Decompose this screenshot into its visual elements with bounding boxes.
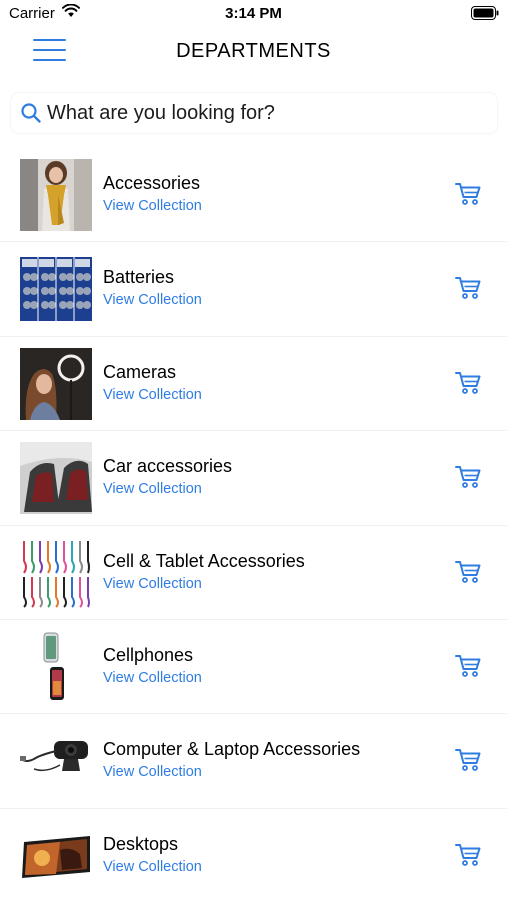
computer-laptop-accessories-thumbnail — [20, 725, 92, 798]
department-name: Car accessories — [103, 456, 233, 477]
list-item[interactable]: Cell & Tablet Accessories View Collectio… — [0, 526, 507, 620]
desktops-thumbnail — [20, 819, 92, 892]
department-name: Cellphones — [103, 644, 194, 665]
cart-icon[interactable] — [455, 465, 481, 494]
menu-button[interactable] — [33, 37, 67, 65]
view-collection-link[interactable]: View Collection — [103, 292, 202, 308]
list-item[interactable]: Computer & Laptop Accessories View Colle… — [0, 714, 507, 809]
cart-icon[interactable] — [455, 371, 481, 400]
nav-bar: DEPARTMENTS — [0, 28, 507, 78]
view-collection-link[interactable]: View Collection — [103, 387, 202, 403]
department-name: Accessories — [103, 173, 201, 193]
view-collection-link[interactable]: View Collection — [103, 481, 202, 497]
view-collection-link[interactable]: View Collection — [103, 764, 202, 780]
list-item[interactable]: Car accessories View Collection — [0, 431, 507, 526]
department-name: Cameras — [103, 361, 177, 382]
clock-time: 3:14 PM — [225, 5, 282, 22]
battery-icon — [471, 6, 499, 25]
batteries-thumbnail — [20, 253, 92, 326]
menu-icon-bar — [33, 49, 66, 51]
department-name: Batteries — [103, 267, 175, 288]
status-bar: Carrier 3:14 PM — [0, 0, 507, 28]
department-name: Cell & Tablet Accessories — [103, 550, 305, 571]
cart-icon[interactable] — [455, 843, 481, 872]
view-collection-link[interactable]: View Collection — [103, 198, 202, 214]
view-collection-link[interactable]: View Collection — [103, 670, 202, 686]
cart-icon[interactable] — [455, 182, 481, 211]
cart-icon[interactable] — [455, 560, 481, 589]
cameras-thumbnail — [20, 347, 92, 420]
list-item[interactable]: Cellphones View Collection — [0, 620, 507, 715]
search-icon — [20, 102, 42, 129]
search-bar[interactable] — [11, 93, 497, 133]
cart-icon[interactable] — [455, 654, 481, 683]
car-accessories-thumbnail — [20, 442, 92, 515]
cell-tablet-accessories-thumbnail — [20, 536, 92, 609]
department-name: Desktops — [103, 833, 179, 854]
menu-icon — [33, 39, 66, 41]
cart-icon[interactable] — [455, 748, 481, 777]
list-item[interactable]: Batteries View Collection — [0, 242, 507, 337]
list-item[interactable]: Accessories View Collection — [0, 148, 507, 243]
view-collection-link[interactable]: View Collection — [103, 859, 202, 875]
department-name: Computer & Laptop Accessories — [103, 739, 361, 760]
menu-icon-bar — [33, 59, 66, 61]
search-input[interactable] — [47, 93, 487, 133]
page-title: DEPARTMENTS — [176, 40, 331, 62]
cellphones-thumbnail — [20, 630, 92, 703]
cart-icon[interactable] — [455, 276, 481, 305]
list-item[interactable]: Desktops View Collection — [0, 809, 507, 900]
department-list: Accessories View Collection Batteries Vi… — [0, 148, 507, 900]
accessories-thumbnail — [20, 159, 92, 231]
list-item[interactable]: Cameras View Collection — [0, 337, 507, 432]
view-collection-link[interactable]: View Collection — [103, 576, 202, 592]
